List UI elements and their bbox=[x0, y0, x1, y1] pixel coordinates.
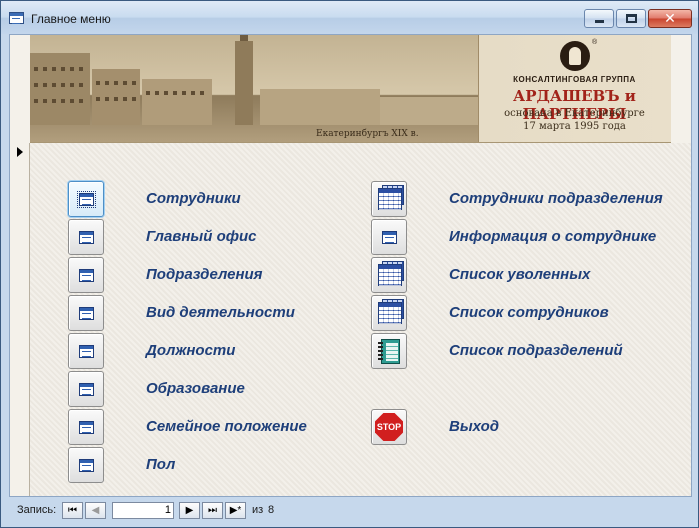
header-banner: Екатеринбургъ XIX в. ® КОНСАЛТИНГОВАЯ ГР… bbox=[30, 35, 671, 143]
datasheet-icon bbox=[378, 188, 402, 210]
form-icon bbox=[79, 421, 94, 434]
company-logo-icon bbox=[560, 41, 590, 71]
title-bar[interactable]: Главное меню ✕ bbox=[1, 1, 698, 34]
departments-button[interactable] bbox=[68, 257, 104, 293]
current-record-arrow-icon bbox=[17, 147, 23, 157]
dismissed-list-label[interactable]: Список уволенных bbox=[449, 257, 590, 293]
close-icon: ✕ bbox=[664, 10, 676, 26]
record-selector[interactable] bbox=[10, 143, 30, 496]
notebook-icon bbox=[378, 339, 400, 364]
employees-label[interactable]: Сотрудники bbox=[146, 181, 241, 217]
menu-area: Сотрудники Главный офис Подразделения Ви… bbox=[30, 143, 691, 496]
form-icon bbox=[79, 231, 94, 244]
main-menu-window: Главное меню ✕ Екатеринбургъ XIX в. ® КО… bbox=[0, 0, 699, 528]
city-photo: Екатеринбургъ XIX в. bbox=[30, 35, 478, 142]
minimize-icon bbox=[595, 20, 604, 23]
new-record-button[interactable]: ▶* bbox=[225, 502, 246, 519]
maximize-button[interactable] bbox=[616, 9, 646, 28]
stop-icon: STOP bbox=[375, 413, 403, 441]
maximize-icon bbox=[626, 14, 637, 23]
exit-label[interactable]: Выход bbox=[449, 409, 499, 445]
window-title: Главное меню bbox=[31, 12, 111, 26]
gender-label[interactable]: Пол bbox=[146, 447, 175, 483]
company-tagline: КОНСАЛТИНГОВАЯ ГРУППА bbox=[513, 75, 636, 84]
head-office-label[interactable]: Главный офис bbox=[146, 219, 257, 255]
datasheet-icon bbox=[378, 302, 402, 324]
window-controls: ✕ bbox=[584, 9, 692, 28]
positions-label[interactable]: Должности bbox=[146, 333, 235, 369]
previous-record-button[interactable]: ◀ bbox=[85, 502, 106, 519]
department-employees-label[interactable]: Сотрудники подразделения bbox=[449, 181, 663, 217]
record-label: Запись: bbox=[17, 504, 57, 516]
close-button[interactable]: ✕ bbox=[648, 9, 692, 28]
exit-button[interactable]: STOP bbox=[371, 409, 407, 445]
marital-status-button[interactable] bbox=[68, 409, 104, 445]
form-icon bbox=[79, 459, 94, 472]
education-label[interactable]: Образование bbox=[146, 371, 245, 407]
activity-type-label[interactable]: Вид деятельности bbox=[146, 295, 295, 331]
next-record-button[interactable]: ▶ bbox=[179, 502, 200, 519]
founded-text: основана в Екатеринбурге bbox=[504, 108, 645, 119]
gender-button[interactable] bbox=[68, 447, 104, 483]
employees-button[interactable] bbox=[68, 181, 104, 217]
department-list-label[interactable]: Список подразделений bbox=[449, 333, 623, 369]
founded-date: 17 марта 1995 года bbox=[523, 121, 626, 132]
first-record-button[interactable]: ⏮ bbox=[62, 502, 83, 519]
dismissed-list-button[interactable] bbox=[371, 257, 407, 293]
employee-list-label[interactable]: Список сотрудников bbox=[449, 295, 609, 331]
last-record-button[interactable]: ⏭ bbox=[202, 502, 223, 519]
department-list-button[interactable] bbox=[371, 333, 407, 369]
form-icon bbox=[79, 307, 94, 320]
employee-info-button[interactable] bbox=[371, 219, 407, 255]
department-employees-button[interactable] bbox=[371, 181, 407, 217]
form-icon bbox=[79, 269, 94, 282]
form-icon bbox=[9, 12, 24, 24]
photo-caption: Екатеринбургъ XIX в. bbox=[316, 129, 419, 139]
employee-info-label[interactable]: Информация о сотруднике bbox=[449, 219, 656, 255]
datasheet-icon bbox=[378, 264, 402, 286]
activity-type-button[interactable] bbox=[68, 295, 104, 331]
form-icon bbox=[79, 345, 94, 358]
minimize-button[interactable] bbox=[584, 9, 614, 28]
departments-label[interactable]: Подразделения bbox=[146, 257, 263, 293]
employee-list-button[interactable] bbox=[371, 295, 407, 331]
form-icon bbox=[79, 383, 94, 396]
of-label: из bbox=[252, 504, 264, 516]
marital-status-label[interactable]: Семейное положение bbox=[146, 409, 307, 445]
registered-mark: ® bbox=[592, 39, 598, 46]
current-record-input[interactable]: 1 bbox=[112, 502, 174, 519]
education-button[interactable] bbox=[68, 371, 104, 407]
record-total: 8 bbox=[268, 504, 275, 516]
head-office-button[interactable] bbox=[68, 219, 104, 255]
record-navigation-bar: Запись: ⏮ ◀ 1 ▶ ⏭ ▶* из 8 bbox=[9, 499, 692, 523]
form-client-area: Екатеринбургъ XIX в. ® КОНСАЛТИНГОВАЯ ГР… bbox=[9, 34, 692, 497]
form-icon bbox=[382, 231, 397, 244]
positions-button[interactable] bbox=[68, 333, 104, 369]
